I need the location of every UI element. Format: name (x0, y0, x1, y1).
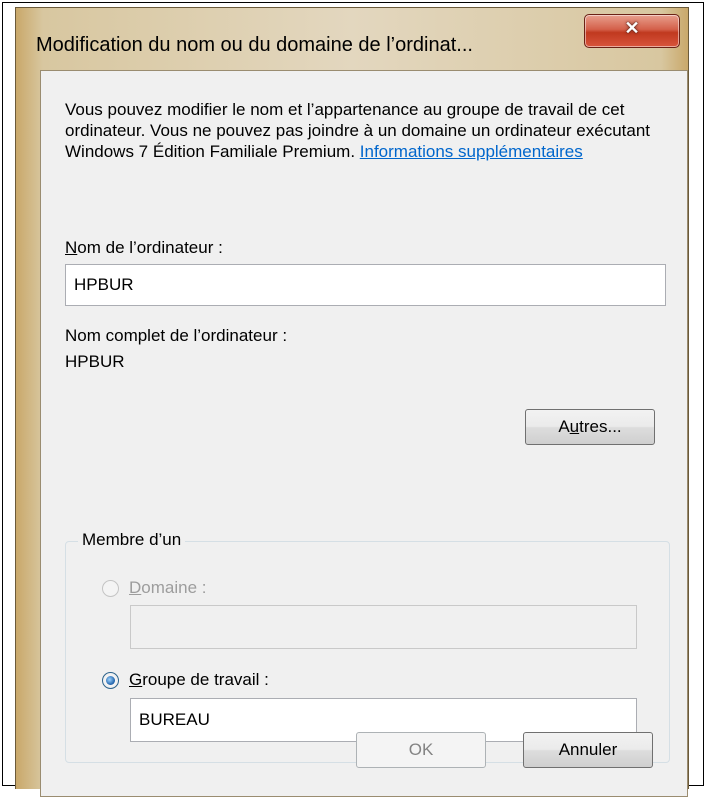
more-info-link[interactable]: Informations supplémentaires (360, 142, 583, 161)
computer-name-label: Nom de l’ordinateur : (65, 238, 223, 257)
full-name-label: Nom complet de l’ordinateur : (65, 326, 288, 345)
domain-input (130, 605, 637, 649)
workgroup-label: Groupe de travail : (129, 670, 269, 689)
more-button[interactable]: Autres... (525, 409, 655, 445)
ok-button[interactable]: OK (356, 732, 486, 768)
close-button[interactable]: ✕ (584, 14, 680, 48)
dialog-window: Modification du nom ou du domaine de l’o… (15, 7, 689, 797)
domain-radio[interactable] (102, 580, 119, 597)
dialog-title: Modification du nom ou du domaine de l’o… (36, 34, 473, 56)
close-icon: ✕ (624, 18, 640, 38)
description-text: Vous pouvez modifier le nom et l’apparte… (65, 99, 665, 162)
screenshot-frame: Modification du nom ou du domaine de l’o… (2, 2, 704, 797)
member-of-groupbox: Membre d’un Domaine : Groupe de travail … (65, 530, 670, 763)
member-of-legend: Membre d’un (78, 530, 186, 550)
computer-name-input[interactable] (65, 264, 666, 306)
workgroup-radio[interactable] (102, 672, 119, 689)
full-name-value: HPBUR (65, 352, 125, 371)
dialog-client-area: Vous pouvez modifier le nom et l’apparte… (40, 70, 688, 797)
domain-label: Domaine : (129, 578, 207, 597)
cancel-button[interactable]: Annuler (523, 732, 653, 768)
